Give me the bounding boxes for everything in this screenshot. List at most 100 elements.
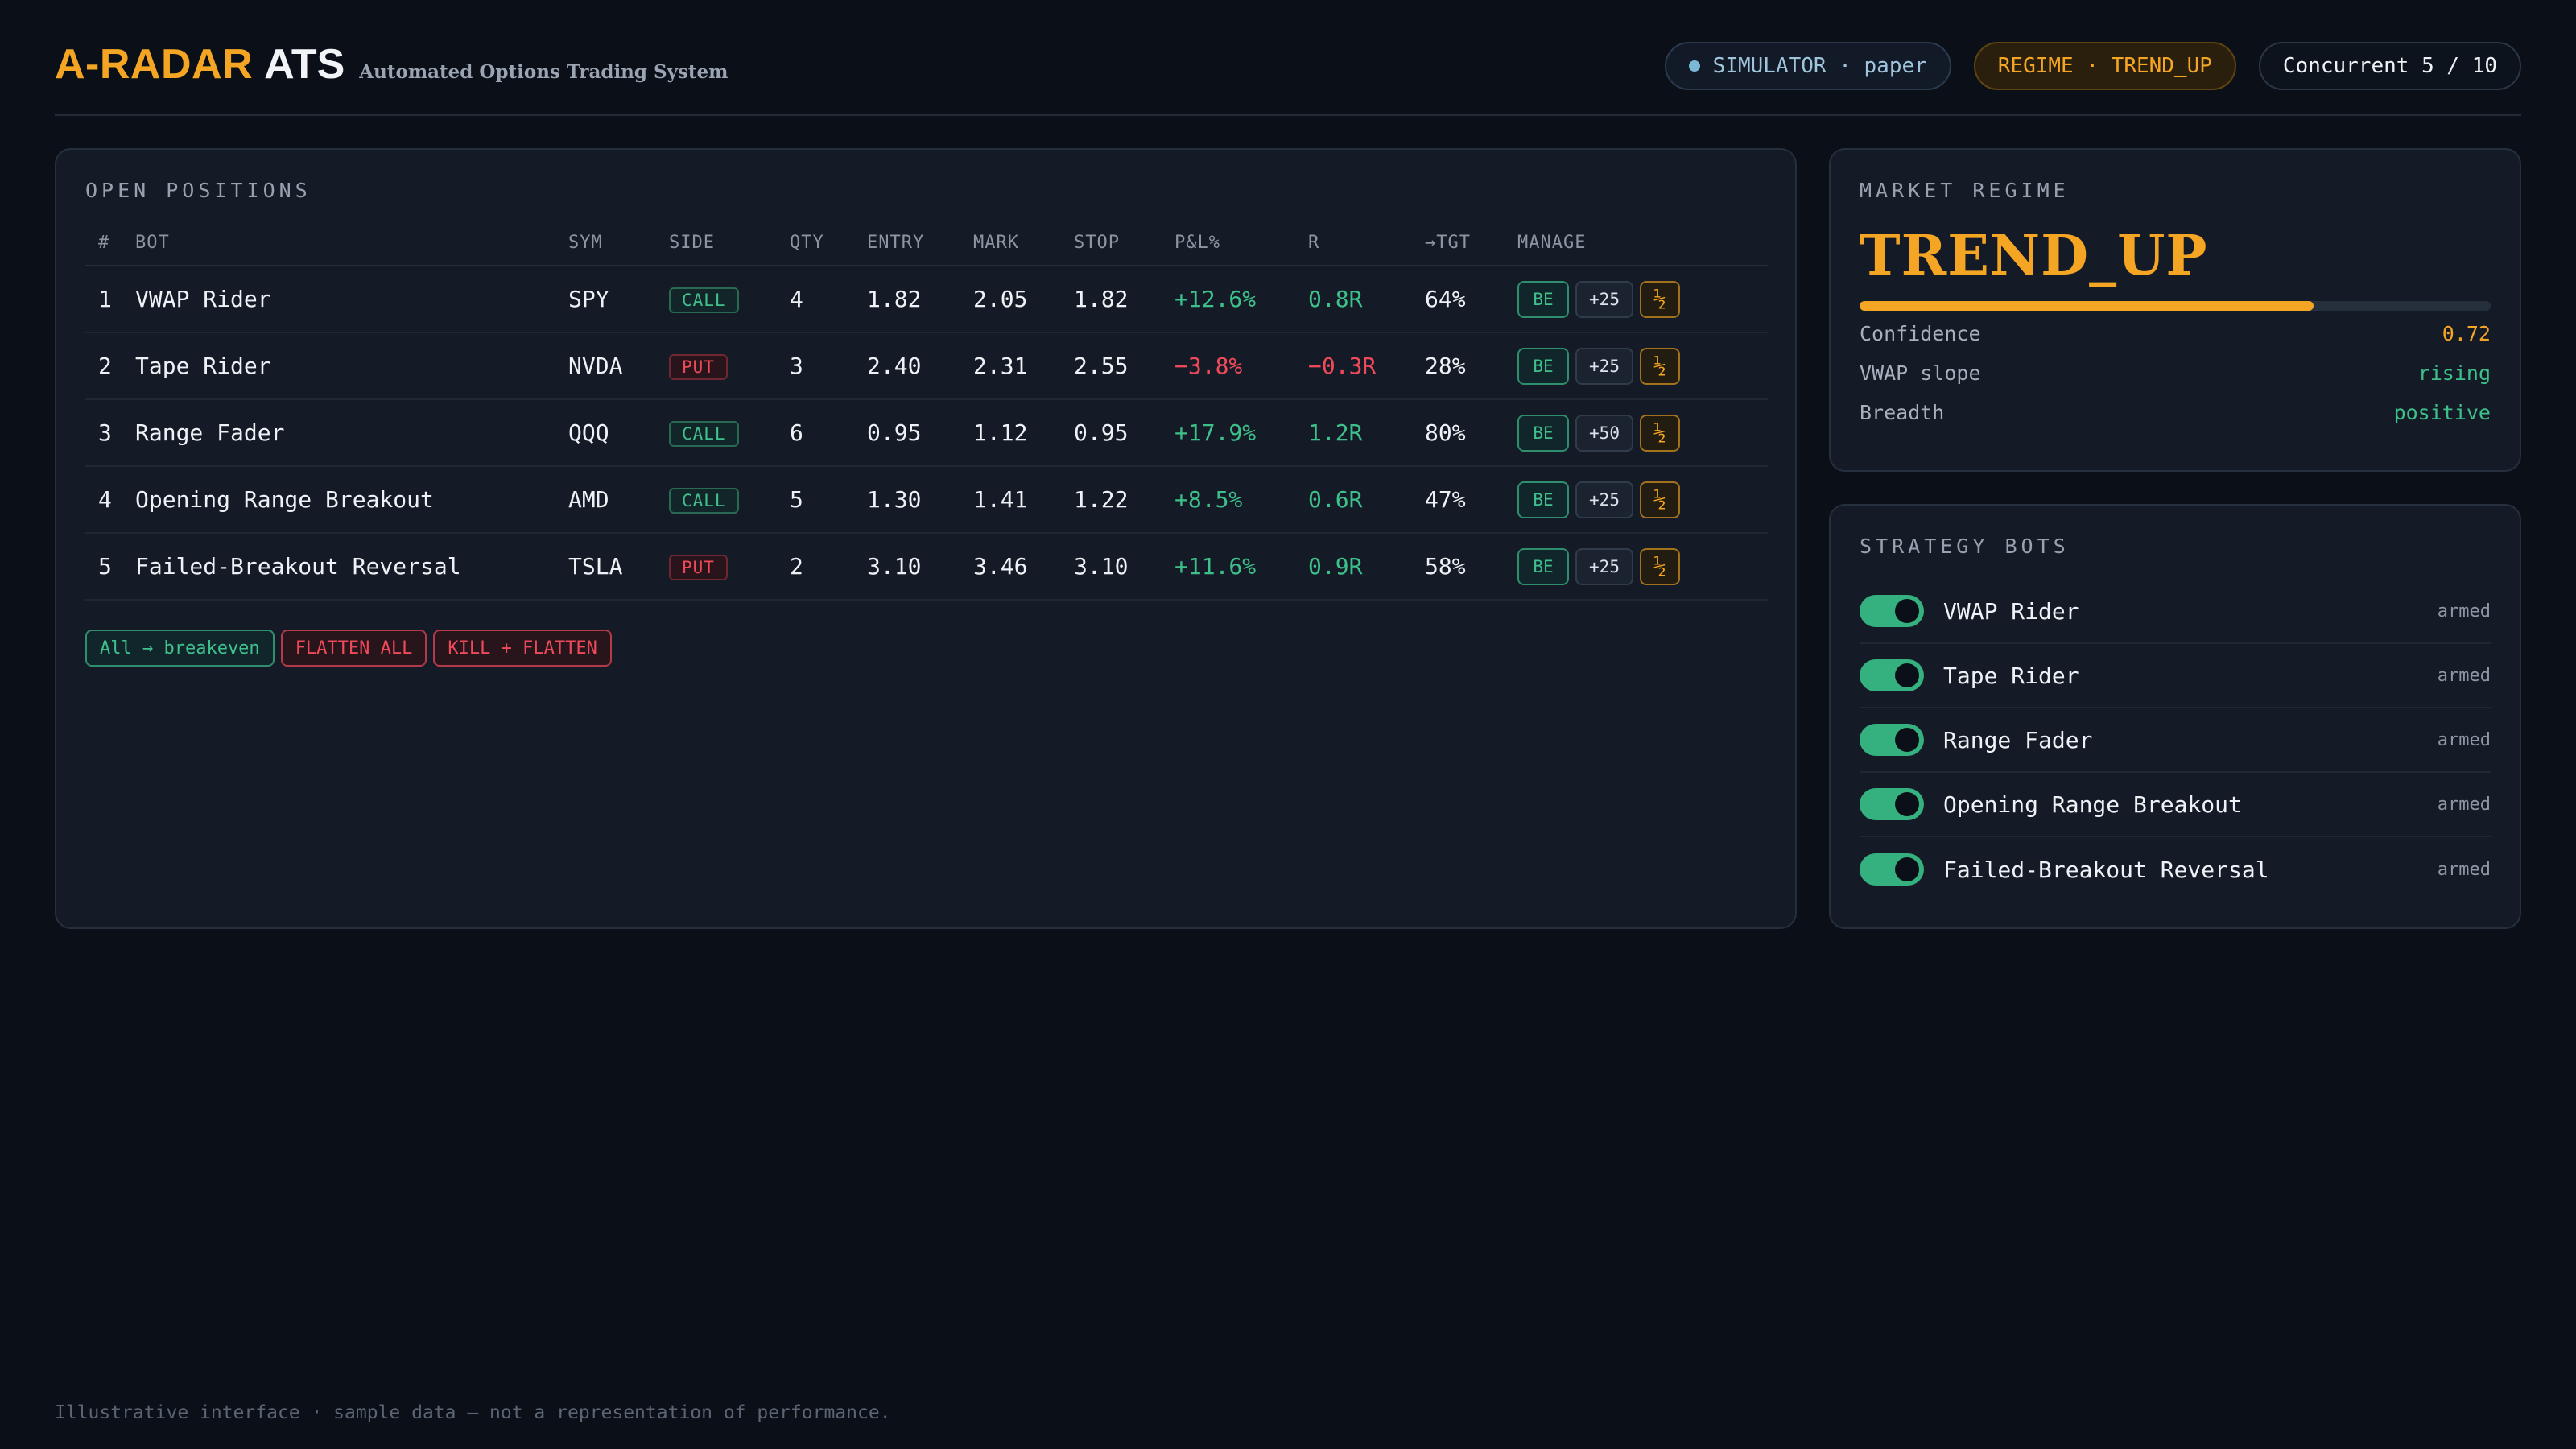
bots-title: STRATEGY BOTS	[1860, 535, 2070, 558]
col-header-entry: ENTRY	[867, 221, 973, 266]
cell-side: PUT	[669, 332, 790, 400]
bot-toggle[interactable]	[1860, 595, 1924, 627]
col-header-manage: MANAGE	[1517, 221, 1768, 266]
table-row: 5 Failed-Breakout Reversal TSLA PUT 2 3.…	[85, 533, 1768, 601]
trail-stop-button[interactable]: +25	[1575, 280, 1633, 318]
table-row: 3 Range Fader QQQ CALL 6 0.95 1.12 0.95 …	[85, 399, 1768, 467]
bot-name: VWAP Rider	[1943, 597, 2079, 625]
list-item: Tape Rider armed	[1860, 644, 2491, 708]
cell-qty: 2	[790, 533, 867, 601]
cell-qty: 5	[790, 466, 867, 534]
simulator-pill[interactable]: SIMULATOR · paper	[1664, 42, 1951, 90]
stat-label: VWAP slope	[1860, 361, 1981, 385]
cell-manage: BE +50 ½	[1517, 399, 1768, 467]
regime-value: TREND_UP	[1860, 224, 2208, 288]
col-header-num: #	[85, 221, 135, 266]
close-half-button[interactable]: ½	[1640, 481, 1680, 518]
positions-header-row: # BOT SYM SIDE QTY ENTRY MARK STOP P&L% …	[85, 221, 1768, 266]
cell-stop: 1.22	[1074, 466, 1174, 534]
side-badge: PUT	[669, 354, 728, 380]
breakeven-button[interactable]: BE	[1517, 414, 1569, 452]
regime-pill[interactable]: REGIME · TREND_UP	[1973, 42, 2236, 90]
stat-label: Confidence	[1860, 322, 1981, 345]
cell-pnl: +11.6%	[1174, 533, 1308, 601]
cell-mark: 3.46	[973, 533, 1074, 601]
confidence-bar	[1860, 301, 2491, 311]
cell-tgt: 64%	[1425, 266, 1517, 333]
bot-status: armed	[2437, 729, 2491, 750]
cell-sym: TSLA	[568, 533, 669, 601]
cell-manage: BE +25 ½	[1517, 533, 1768, 601]
bot-toggle[interactable]	[1860, 724, 1924, 756]
table-row: 1 VWAP Rider SPY CALL 4 1.82 2.05 1.82 +…	[85, 266, 1768, 333]
brand-name-a: A-RADAR	[55, 41, 254, 88]
trail-stop-button[interactable]: +50	[1575, 414, 1633, 452]
cell-pnl: +12.6%	[1174, 266, 1308, 333]
bot-toggle[interactable]	[1860, 659, 1924, 691]
cell-manage: BE +25 ½	[1517, 466, 1768, 534]
simulator-label: SIMULATOR · paper	[1712, 54, 1927, 78]
trail-stop-button[interactable]: +25	[1575, 547, 1633, 585]
breakeven-button[interactable]: BE	[1517, 347, 1569, 385]
breakeven-button[interactable]: BE	[1517, 547, 1569, 585]
cell-entry: 2.40	[867, 332, 973, 400]
kill-flatten-button[interactable]: KILL + FLATTEN	[433, 630, 612, 667]
confidence-bar-fill	[1860, 301, 2314, 311]
cell-entry: 1.82	[867, 266, 973, 333]
all-breakeven-button[interactable]: All → breakeven	[85, 630, 275, 667]
cell-entry: 0.95	[867, 399, 973, 467]
cell-stop: 1.82	[1074, 266, 1174, 333]
bulk-actions: All → breakeven FLATTEN ALL KILL + FLATT…	[85, 630, 612, 667]
concurrent-pill[interactable]: Concurrent 5 / 10	[2258, 42, 2521, 90]
bot-name: Opening Range Breakout	[1943, 791, 2242, 818]
strategy-bots-panel: STRATEGY BOTS VWAP Rider armed Tape Ride…	[1829, 504, 2521, 929]
bot-status: armed	[2437, 665, 2491, 686]
cell-bot: Failed-Breakout Reversal	[135, 533, 568, 601]
cell-entry: 1.30	[867, 466, 973, 534]
close-half-button[interactable]: ½	[1640, 347, 1680, 385]
table-row: 4 Opening Range Breakout AMD CALL 5 1.30…	[85, 466, 1768, 534]
close-half-button[interactable]: ½	[1640, 414, 1680, 452]
trail-stop-button[interactable]: +25	[1575, 481, 1633, 518]
cell-stop: 2.55	[1074, 332, 1174, 400]
bot-toggle[interactable]	[1860, 788, 1924, 820]
toggle-knob	[1895, 728, 1919, 752]
close-half-button[interactable]: ½	[1640, 280, 1680, 318]
stat-label: Breadth	[1860, 401, 1945, 424]
breakeven-button[interactable]: BE	[1517, 280, 1569, 318]
stat-value: 0.72	[2442, 322, 2491, 345]
col-header-stop: STOP	[1074, 221, 1174, 266]
table-row: 2 Tape Rider NVDA PUT 3 2.40 2.31 2.55 −…	[85, 332, 1768, 400]
col-header-sym: SYM	[568, 221, 669, 266]
cell-qty: 4	[790, 266, 867, 333]
bot-name: Tape Rider	[1943, 662, 2079, 689]
breakeven-button[interactable]: BE	[1517, 481, 1569, 518]
bot-toggle[interactable]	[1860, 853, 1924, 886]
cell-num: 1	[85, 266, 135, 333]
col-header-tgt: →TGT	[1425, 221, 1517, 266]
col-header-pnl: P&L%	[1174, 221, 1308, 266]
market-regime-panel: MARKET REGIME TREND_UP Confidence 0.72 V…	[1829, 148, 2521, 472]
cell-manage: BE +25 ½	[1517, 266, 1768, 333]
cell-pnl: +17.9%	[1174, 399, 1308, 467]
brand: A-RADAR ATS Automated Options Trading Sy…	[55, 40, 729, 89]
trail-stop-button[interactable]: +25	[1575, 347, 1633, 385]
cell-num: 2	[85, 332, 135, 400]
cell-tgt: 47%	[1425, 466, 1517, 534]
close-half-button[interactable]: ½	[1640, 547, 1680, 585]
cell-side: CALL	[669, 466, 790, 534]
cell-mark: 1.12	[973, 399, 1074, 467]
bot-name: Range Fader	[1943, 726, 2093, 753]
flatten-all-button[interactable]: FLATTEN ALL	[280, 630, 427, 667]
regime-pill-label: REGIME · TREND_UP	[1997, 54, 2212, 78]
toggle-knob	[1895, 792, 1919, 816]
cell-entry: 3.10	[867, 533, 973, 601]
bot-status: armed	[2437, 859, 2491, 880]
list-item: Opening Range Breakout armed	[1860, 773, 2491, 837]
cell-r: −0.3R	[1308, 332, 1425, 400]
status-pills: SIMULATOR · paper REGIME · TREND_UP Conc…	[1664, 42, 2521, 90]
cell-tgt: 28%	[1425, 332, 1517, 400]
cell-num: 3	[85, 399, 135, 467]
cell-mark: 2.05	[973, 266, 1074, 333]
open-positions-panel: OPEN POSITIONS # BOT SYM SIDE QTY ENTRY …	[55, 148, 1797, 929]
